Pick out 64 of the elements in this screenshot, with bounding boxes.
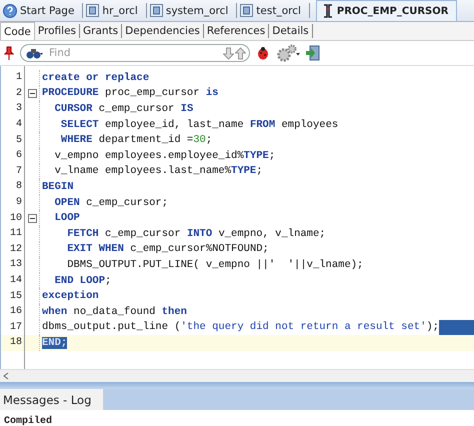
view-tab[interactable]: References <box>204 24 270 38</box>
collapse-icon[interactable] <box>28 88 36 98</box>
arrow-up-icon[interactable] <box>235 47 246 60</box>
view-tab[interactable]: Details <box>269 24 313 38</box>
code-line: LOOP <box>54 212 80 224</box>
gears-icon[interactable] <box>276 44 300 62</box>
log-message: Compiled <box>3 414 54 426</box>
code-line: v_lname employees.last_name%TYPE; <box>54 165 263 178</box>
bug-icon[interactable] <box>256 46 270 60</box>
code-line: FETCH c_emp_cursor INTO v_empno, v_lname; <box>66 228 326 240</box>
line-number: 5 <box>1 132 25 148</box>
code-line: OPEN c_emp_cursor; <box>54 196 168 209</box>
line-number: 15 <box>1 288 25 304</box>
editor-tab[interactable]: test_orcl <box>237 3 310 18</box>
code-line: SELECT employee_id, last_name FROM employees <box>60 118 338 131</box>
code-line: PROCEDURE proc_emp_cursor is <box>42 87 218 100</box>
line-number: 16 <box>1 304 25 320</box>
pin-icon[interactable] <box>4 46 14 60</box>
code-line: v_empno employees.employee_id%TYPE; <box>54 150 276 162</box>
database-icon <box>86 4 100 17</box>
horizontal-scrollbar[interactable] <box>0 369 474 382</box>
database-icon <box>150 4 163 17</box>
code-line: when no_data_found then <box>42 306 187 318</box>
code-line: CURSOR c_emp_cursor IS <box>54 102 194 115</box>
code-line: exception <box>42 290 99 302</box>
binoculars-icon[interactable] <box>26 48 44 59</box>
procedure-icon <box>322 4 334 18</box>
line-number: 1 <box>1 70 25 86</box>
line-number: 11 <box>1 226 25 242</box>
line-number: 7 <box>1 164 25 180</box>
arrow-down-icon[interactable] <box>223 47 234 60</box>
editor-tab[interactable]: PROC_EMP_CURSOR <box>316 0 458 21</box>
line-number: 12 <box>1 242 25 258</box>
line-number: 2 <box>1 86 25 102</box>
line-number: 14 <box>1 272 25 288</box>
code-line: dbms_output.put_line ('the query did not return a result set'); <box>42 321 439 334</box>
line-number: 4 <box>1 116 25 132</box>
code-line: EXIT WHEN c_emp_cursor%NOTFOUND; <box>66 243 269 256</box>
view-tab[interactable]: Dependencies <box>122 24 204 38</box>
messages-tab[interactable]: Messages - Log <box>0 389 104 410</box>
view-tab[interactable]: Grants <box>80 24 122 38</box>
editor-tab[interactable]: hr_orcl <box>83 3 147 18</box>
code-line: create or replace <box>42 72 150 84</box>
code-line: WHERE department_id =30; <box>60 134 212 146</box>
view-tab[interactable]: Code <box>0 22 35 40</box>
search-field[interactable]: Find <box>20 44 250 62</box>
line-number: 6 <box>1 148 25 164</box>
line-number: 10 <box>1 210 25 226</box>
scroll-left-icon[interactable] <box>3 372 9 380</box>
database-icon <box>240 4 254 17</box>
help-icon <box>3 4 17 18</box>
editor-tab[interactable]: Start Page <box>0 3 84 18</box>
code-line: END LOOP; <box>54 274 112 287</box>
run-icon[interactable] <box>306 45 320 61</box>
code-line: BEGIN <box>42 180 74 193</box>
view-tab[interactable]: Profiles <box>34 24 80 38</box>
line-number: 3 <box>1 101 25 117</box>
line-number: 9 <box>1 194 25 210</box>
line-number: 8 <box>1 179 25 195</box>
line-number: 13 <box>1 257 25 273</box>
collapse-icon[interactable] <box>28 214 36 223</box>
code-line: DBMS_OUTPUT.PUT_LINE( v_empno ||' '||v_lname); <box>66 258 364 271</box>
editor-tab[interactable]: system_orcl <box>146 3 238 18</box>
line-number: 18 <box>1 335 25 351</box>
